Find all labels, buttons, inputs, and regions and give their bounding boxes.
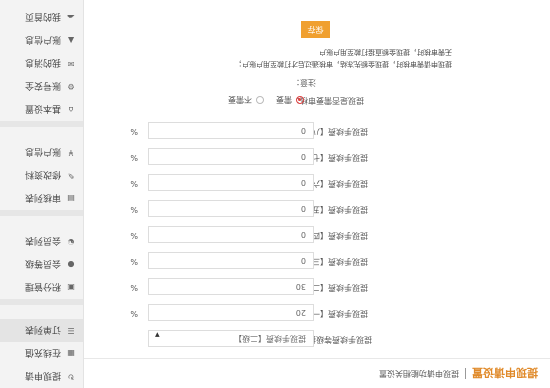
- gear-icon: ⚙: [67, 82, 75, 91]
- radio-icon[interactable]: [256, 96, 264, 104]
- sidebar-divider: [0, 121, 83, 127]
- sidebar-divider: [0, 210, 83, 216]
- sidebar-item-label: 提现申请: [24, 370, 61, 380]
- fee-input-6[interactable]: [148, 174, 314, 191]
- fee-input-8[interactable]: [148, 122, 314, 139]
- sidebar-item-basic-settings[interactable]: ⌂ 基本设置: [0, 98, 83, 121]
- audit-label: 提现是否需要审核：: [292, 96, 364, 105]
- caret-down-icon: ▼: [155, 331, 160, 338]
- fee-row-5: 提现手续费【五级】： %: [84, 196, 550, 222]
- sidebar-item-label: 我的消息: [24, 57, 61, 67]
- sidebar-item-member-level[interactable]: ● 会员等级: [0, 253, 83, 276]
- level-select[interactable]: 提现手续费【二级】 ▼: [148, 330, 314, 347]
- percent-unit: %: [130, 127, 138, 136]
- fee-row-4: 提现手续费【四级】： %: [84, 222, 550, 248]
- sidebar-item-label: 会员等级: [24, 258, 61, 268]
- sidebar-group-members: ▣ 积分管理 ● 会员等级 ☯ 会员列表: [0, 230, 83, 299]
- sidebar-item-recharge[interactable]: ▦ 在线充值: [0, 342, 83, 365]
- notes-label: 注意：: [292, 78, 316, 87]
- fee-row-1: 提现手续费【一级】： %: [84, 300, 550, 326]
- sidebar-item-audit-list[interactable]: ▤ 审核列表: [0, 187, 83, 210]
- percent-unit: %: [130, 309, 138, 318]
- save-button[interactable]: 保存: [301, 21, 330, 38]
- percent-unit: %: [130, 257, 138, 266]
- sidebar-item-member-list[interactable]: ☯ 会员列表: [0, 230, 83, 253]
- sidebar-divider: [0, 299, 83, 305]
- sidebar-item-withdraw[interactable]: ↻ 提现申请: [0, 365, 83, 388]
- sidebar-group-settings: ⌂ 基本设置 ⚙ 账号安全 ✉ 我的消息 ▲ 账户信息 ☁ 我的首页: [0, 6, 83, 121]
- grid-icon: ▦: [67, 349, 75, 358]
- main-panel: 提现申请设置 提现申请功能相关设置 提现手续费等级扣除： 提现手续费【二级】 ▼…: [84, 0, 550, 388]
- sidebar-item-label: 积分管理: [24, 281, 61, 291]
- sidebar-item-label: 在线充值: [24, 347, 61, 357]
- sidebar-group-account: ▤ 审核列表 ✎ 修改资料 ¥ 账户信息: [0, 141, 83, 210]
- sidebar-item-label: 基本设置: [24, 103, 61, 113]
- percent-unit: %: [130, 283, 138, 292]
- sidebar-item-label: 账户信息: [24, 146, 61, 156]
- fee-input-1[interactable]: [148, 304, 314, 321]
- sidebar-item-label: 审核列表: [24, 192, 61, 202]
- fee-row-8: 提现手续费【八级】： %: [84, 118, 550, 144]
- percent-unit: %: [130, 153, 138, 162]
- audit-option-yes[interactable]: 需要: [276, 95, 304, 106]
- sidebar-item-account[interactable]: ▲ 账户信息: [0, 29, 83, 52]
- screen: ↻ 提现申请 ▦ 在线充值 ☰ 订单列表 ▣ 积分管理 ● 会员等级 ☯ 会员列…: [0, 0, 550, 388]
- page-title: 提现申请设置: [472, 366, 538, 380]
- user-icon: ●: [67, 260, 75, 269]
- radio-selected-icon[interactable]: [296, 96, 304, 104]
- sidebar-item-account-info[interactable]: ¥ 账户信息: [0, 141, 83, 164]
- list-icon: ☰: [67, 326, 75, 335]
- fee-row-3: 提现手续费【三级】： %: [84, 248, 550, 274]
- fee-input-7[interactable]: [148, 148, 314, 165]
- doc-icon: ▤: [67, 194, 75, 203]
- audit-option-label: 不需要: [228, 95, 252, 105]
- percent-unit: %: [130, 231, 138, 240]
- notes-text: 提现申请需审核时，提现金额先冻结，审核通过后才打款至用户账户； 无需审核时，提现…: [152, 46, 452, 70]
- sidebar-item-home[interactable]: ☁ 我的首页: [0, 6, 83, 29]
- sidebar-item-label: 账号安全: [24, 80, 61, 90]
- sidebar-item-messages[interactable]: ✉ 我的消息: [0, 52, 83, 75]
- sidebar: ↻ 提现申请 ▦ 在线充值 ☰ 订单列表 ▣ 积分管理 ● 会员等级 ☯ 会员列…: [0, 0, 84, 388]
- page-header: 提现申请设置 提现申请功能相关设置: [84, 358, 550, 388]
- person-icon: ☯: [67, 237, 75, 246]
- home-icon: ⌂: [68, 105, 74, 114]
- sidebar-item-label: 我的首页: [24, 11, 61, 21]
- percent-unit: %: [130, 179, 138, 188]
- sidebar-item-points[interactable]: ▣ 积分管理: [0, 276, 83, 299]
- sidebar-item-orders[interactable]: ☰ 订单列表: [0, 319, 83, 342]
- sidebar-group-orders: ↻ 提现申请 ▦ 在线充值 ☰ 订单列表: [0, 319, 83, 388]
- sidebar-item-label: 会员列表: [24, 235, 61, 245]
- audit-option-no[interactable]: 不需要: [228, 95, 264, 106]
- level-select-value: 提现手续费【二级】: [234, 334, 306, 343]
- level-select-row: 提现手续费等级扣除： 提现手续费【二级】 ▼: [84, 326, 550, 352]
- header-divider: [465, 368, 466, 379]
- fee-row-7: 提现手续费【七级】： %: [84, 144, 550, 170]
- fee-input-2[interactable]: [148, 278, 314, 295]
- sidebar-item-security[interactable]: ⚙ 账号安全: [0, 75, 83, 98]
- fee-row-6: 提现手续费【六级】： %: [84, 170, 550, 196]
- fee-input-5[interactable]: [148, 200, 314, 217]
- fee-row-2: 提现手续费【二级】： %: [84, 274, 550, 300]
- sidebar-item-label: 账户信息: [24, 34, 61, 44]
- fee-input-4[interactable]: [148, 226, 314, 243]
- audit-radio-group: 需要 不需要: [216, 87, 304, 113]
- notes-line: 无需审核时，提现金额直接打款至用户账户: [319, 48, 452, 56]
- sidebar-item-label: 修改资料: [24, 169, 61, 179]
- sidebar-item-edit-profile[interactable]: ✎ 修改资料: [0, 164, 83, 187]
- notes-line: 提现申请需审核时，提现金额先冻结，审核通过后才打款至用户账户；: [235, 60, 452, 68]
- audit-row: 提现是否需要审核： 需要 不需要: [84, 87, 550, 113]
- card-icon: ▣: [67, 283, 75, 292]
- edit-icon: ✎: [67, 171, 75, 180]
- fee-input-3[interactable]: [148, 252, 314, 269]
- percent-unit: %: [130, 205, 138, 214]
- sidebar-item-label: 订单列表: [24, 324, 61, 334]
- mail-icon: ✉: [67, 59, 75, 68]
- sync-icon: ↻: [67, 372, 75, 381]
- page-subtitle: 提现申请功能相关设置: [379, 369, 459, 378]
- audit-option-label: 需要: [276, 95, 292, 105]
- yen-icon: ¥: [68, 148, 74, 157]
- shield-icon: ▲: [67, 36, 75, 45]
- cloud-icon: ☁: [67, 13, 75, 22]
